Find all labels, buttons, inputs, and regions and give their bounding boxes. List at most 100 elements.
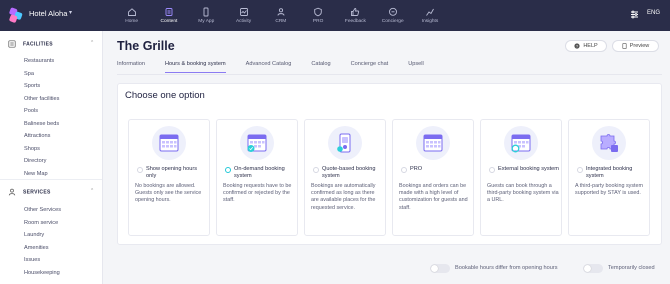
help-label: HELP	[583, 43, 598, 49]
temporarily-closed-toggle-row: Temporarily closed	[583, 263, 655, 273]
option-radio[interactable]	[577, 167, 583, 173]
preview-phone-icon	[622, 43, 627, 49]
option-card-pro[interactable]: PRO Bookings and orders can be made with…	[392, 119, 474, 236]
sidebar-item-amenities[interactable]: Amenities	[24, 245, 49, 251]
sidebar-item-room-service[interactable]: Room service	[24, 220, 58, 226]
option-description: Guests can book through a third-party bo…	[487, 183, 559, 204]
nav-content[interactable]: Content	[150, 4, 187, 24]
preview-label: Preview	[629, 43, 650, 49]
activity-icon	[225, 4, 262, 16]
option-art	[504, 126, 538, 160]
nav-concierge[interactable]: Concierge	[374, 4, 411, 24]
sidebar-item-balinese-beds[interactable]: Balinese beds	[24, 121, 59, 127]
option-art	[328, 126, 362, 160]
sidebar-item-housekeeping[interactable]: Housekeeping	[24, 270, 60, 276]
option-radio-selected[interactable]	[225, 167, 231, 173]
facilities-collapse-chevron-icon[interactable]: ⌃	[90, 40, 94, 46]
sidebar-section-services[interactable]: SERVICES	[8, 188, 51, 196]
tab-information[interactable]: Information	[117, 61, 145, 73]
option-title: Integrated booking system	[586, 166, 633, 180]
chat-icon	[374, 4, 411, 16]
option-title: On-demand booking system	[234, 166, 285, 180]
switch-view-icon[interactable]	[630, 10, 639, 19]
services-icon	[8, 188, 16, 196]
page-title: The Grille	[117, 39, 175, 53]
option-description: No bookings are allowed. Guests only see…	[135, 183, 202, 204]
help-icon: ?	[574, 43, 580, 49]
sidebar-divider	[0, 179, 102, 180]
nav-home[interactable]: Home	[113, 4, 150, 24]
option-art	[152, 126, 186, 160]
sidebar-item-issues[interactable]: Issues	[24, 257, 40, 263]
bookable-hours-toggle[interactable]	[430, 263, 450, 273]
nav-insights-label: Insights	[421, 19, 439, 24]
preview-button[interactable]: Preview	[612, 40, 659, 52]
temporarily-closed-toggle[interactable]	[583, 263, 603, 273]
option-radio[interactable]	[401, 167, 407, 173]
facilities-icon	[8, 40, 16, 48]
nav-pro-label: PRO	[312, 19, 324, 24]
sidebar-item-attractions[interactable]: Attractions	[24, 133, 50, 139]
chart-icon	[411, 4, 448, 16]
hotel-switch-chevron-icon[interactable]: ▾	[69, 9, 72, 16]
sidebar-item-laundry[interactable]: Laundry	[24, 232, 44, 238]
hotel-logo-icon[interactable]	[9, 7, 23, 23]
sidebar: FACILITIES ⌃ Restaurants Spa Sports Othe…	[0, 31, 103, 284]
tab-underline-divider	[117, 74, 662, 75]
option-radio[interactable]	[489, 167, 495, 173]
sidebar-item-other-services[interactable]: Other Services	[24, 207, 61, 213]
main-nav: Home Content My App Activity CRM PRO Fee…	[113, 4, 449, 24]
option-card-quote-based[interactable]: Quote-based booking system Bookings are …	[304, 119, 386, 236]
sidebar-item-other-facilities[interactable]: Other facilities	[24, 96, 59, 102]
temporarily-closed-label: Temporarily closed	[608, 265, 655, 271]
sidebar-item-shops[interactable]: Shops	[24, 146, 40, 152]
option-title: Show opening hours only	[146, 166, 198, 180]
services-collapse-chevron-icon[interactable]: ⌃	[90, 188, 94, 194]
tab-advanced-catalog[interactable]: Advanced Catalog	[246, 61, 292, 73]
sidebar-item-directory[interactable]: Directory	[24, 158, 46, 164]
calendar-check-icon	[247, 134, 267, 152]
option-radio[interactable]	[313, 167, 319, 173]
option-card-external[interactable]: External booking system Guests can book …	[480, 119, 562, 236]
sidebar-item-restaurants[interactable]: Restaurants	[24, 58, 54, 64]
option-description: Bookings and orders can be made with a h…	[399, 183, 468, 211]
option-radio[interactable]	[137, 167, 143, 173]
nav-crm[interactable]: CRM	[262, 4, 299, 24]
options-panel: Choose one option Show opening hours onl…	[117, 83, 662, 245]
nav-feedback[interactable]: Feedback	[337, 4, 374, 24]
bookable-hours-toggle-row: Bookable hours differ from opening hours	[430, 263, 558, 273]
language-selector[interactable]: ENG	[647, 10, 660, 16]
nav-feedback-label: Feedback	[344, 19, 366, 24]
options-panel-title: Choose one option	[125, 90, 205, 101]
calendar-link-icon	[511, 134, 531, 153]
option-title: External booking system	[498, 166, 559, 172]
nav-concierge-label: Concierge	[381, 19, 404, 24]
bookable-hours-label: Bookable hours differ from opening hours	[455, 265, 558, 271]
option-description: Booking requests have to be confirmed or…	[223, 183, 292, 204]
nav-insights[interactable]: Insights	[411, 4, 448, 24]
nav-my-app[interactable]: My App	[188, 4, 225, 24]
nav-pro[interactable]: PRO	[299, 4, 336, 24]
thumb-icon	[337, 4, 374, 16]
option-card-opening-hours[interactable]: Show opening hours only No bookings are …	[128, 119, 210, 236]
option-card-on-demand[interactable]: On-demand booking system Booking request…	[216, 119, 298, 236]
home-icon	[113, 4, 150, 16]
help-button[interactable]: ? HELP	[565, 40, 607, 52]
tab-catalog[interactable]: Catalog	[311, 61, 330, 73]
sidebar-section-facilities[interactable]: FACILITIES	[8, 40, 53, 48]
tab-concierge-chat[interactable]: Concierge chat	[351, 61, 389, 73]
tab-upsell[interactable]: Upsell	[408, 61, 424, 73]
hotel-name[interactable]: Hotel Aloha	[29, 9, 67, 18]
top-navigation-bar: Hotel Aloha ▾ Home Content My App Activi…	[0, 0, 670, 31]
sidebar-item-pools[interactable]: Pools	[24, 108, 38, 114]
option-card-integrated[interactable]: Integrated booking system A third-party …	[568, 119, 650, 236]
nav-activity[interactable]: Activity	[225, 4, 262, 24]
sidebar-item-new-map[interactable]: New Map	[24, 171, 48, 177]
tab-hours-booking-system[interactable]: Hours & booking system	[164, 61, 226, 73]
option-description: Bookings are automatically confirmed as …	[311, 183, 376, 211]
tab-bar: Information Hours & booking system Advan…	[117, 61, 444, 73]
sidebar-item-sports[interactable]: Sports	[24, 83, 40, 89]
sidebar-item-spa[interactable]: Spa	[24, 71, 34, 77]
nav-activity-label: Activity	[235, 19, 252, 24]
option-description: A third-party booking system supported b…	[575, 183, 644, 197]
